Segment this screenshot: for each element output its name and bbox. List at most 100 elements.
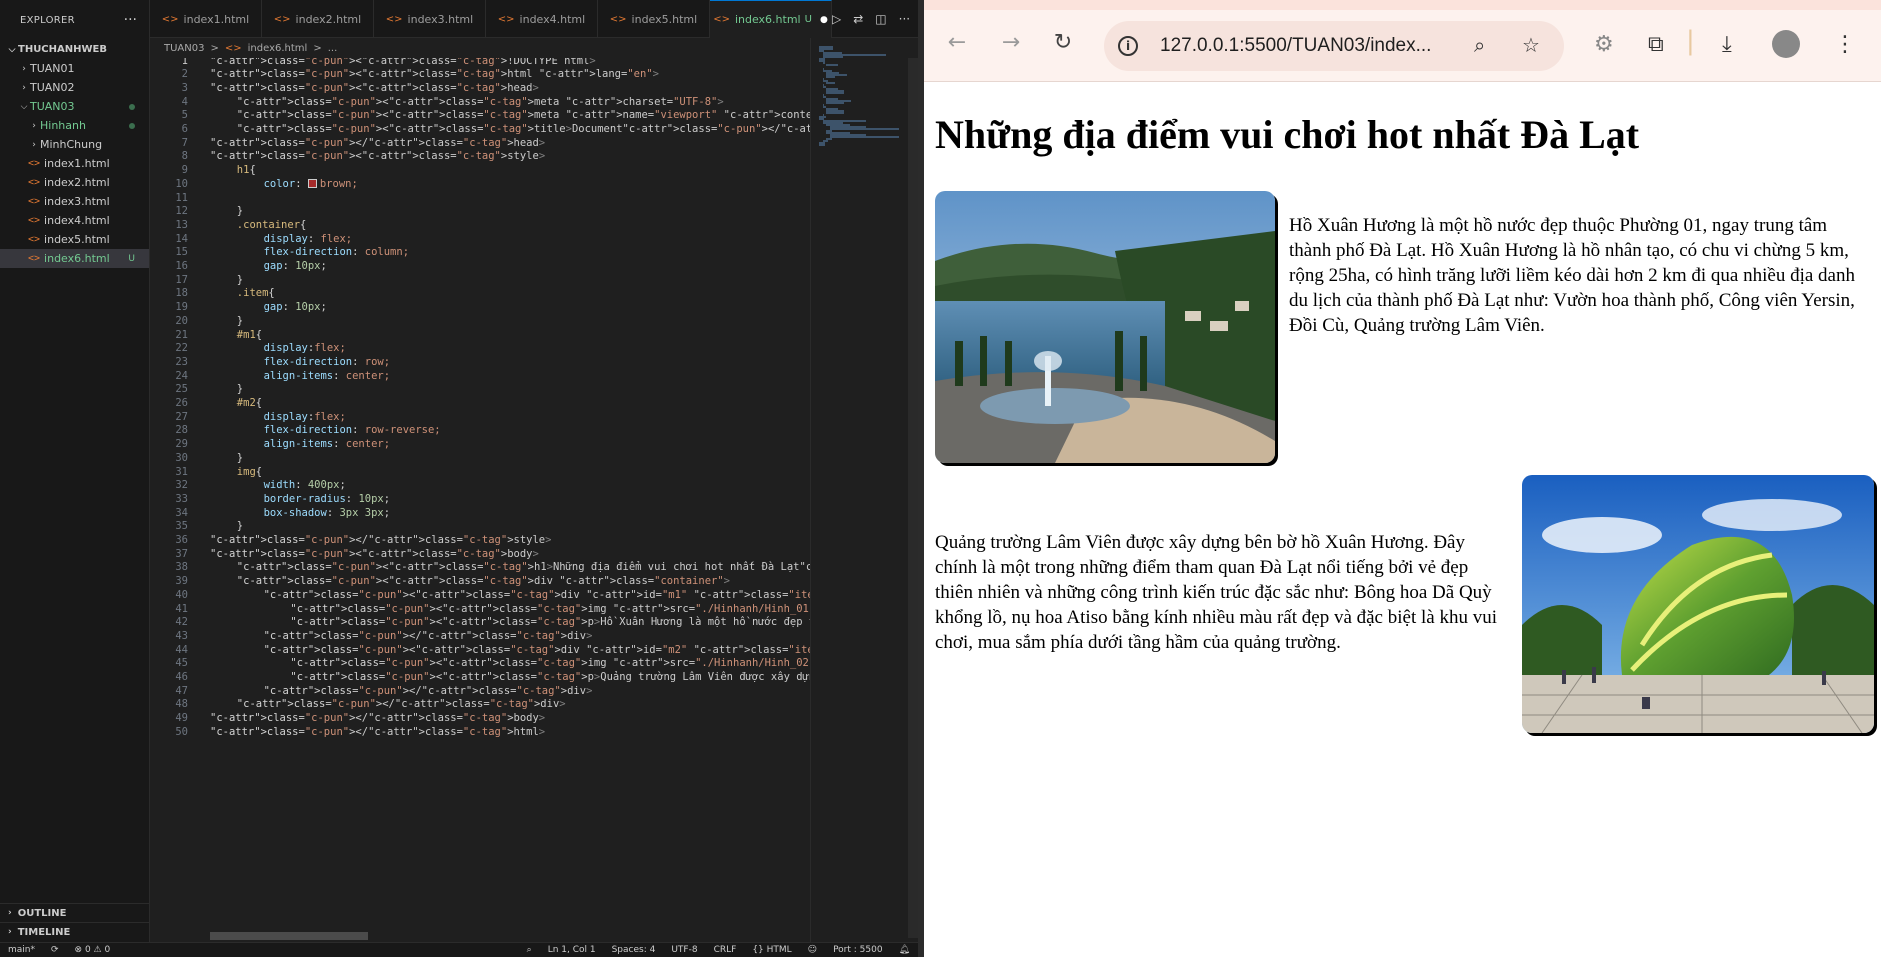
vertical-scrollbar[interactable] bbox=[906, 58, 918, 942]
editor-tab[interactable]: <> index6.html U ● bbox=[710, 0, 832, 38]
language-mode[interactable]: {} HTML bbox=[752, 945, 791, 955]
page-heading: Những địa điểm vui chơi hot nhất Đà Lạt bbox=[935, 112, 1640, 157]
horizontal-scrollbar[interactable] bbox=[210, 932, 368, 940]
outline-section[interactable]: › OUTLINE bbox=[0, 903, 150, 922]
menu-kebab-icon[interactable]: ⋮ bbox=[1834, 32, 1856, 57]
vscode-window: EXPLORER ··· ⌵ THUCHANHWEB › TUAN01 › TUAN0… bbox=[0, 0, 918, 957]
chevron-right-icon: › bbox=[32, 139, 36, 150]
tree-item-label: index4.html bbox=[44, 214, 110, 227]
folder-item[interactable]: › Hinhanh bbox=[0, 116, 149, 135]
modified-dot-icon bbox=[129, 122, 135, 129]
extension-icon[interactable]: ⚙ bbox=[1594, 32, 1614, 57]
site-info-icon[interactable]: i bbox=[1118, 36, 1138, 56]
timeline-label: TIMELINE bbox=[17, 926, 71, 938]
file-item[interactable]: <> index1.html bbox=[0, 154, 149, 173]
browser-tab-strip bbox=[924, 0, 1881, 10]
avatar[interactable] bbox=[1772, 30, 1800, 58]
tree-item-label: index1.html bbox=[44, 157, 110, 170]
html-file-icon: <> bbox=[497, 13, 515, 25]
editor-tab[interactable]: <> index4.html bbox=[486, 0, 598, 38]
code-editor[interactable]: 1 "c-attr">class="c-pun"><"c-attr">class=… bbox=[150, 58, 810, 938]
address-bar[interactable]: i 127.0.0.1:5500/TUAN03/index... ⌕ ☆ bbox=[1104, 21, 1564, 71]
branch-status[interactable]: main* bbox=[8, 945, 35, 955]
zoom-icon[interactable]: ⌕ bbox=[1474, 33, 1485, 57]
eol-status[interactable]: CRLF bbox=[714, 945, 737, 955]
modified-dot-icon bbox=[129, 103, 135, 110]
file-item[interactable]: <> index3.html bbox=[0, 192, 149, 211]
tree-item-label: TUAN02 bbox=[30, 81, 75, 94]
minimap-line bbox=[822, 56, 844, 58]
live-server-port[interactable]: Port : 5500 bbox=[833, 945, 883, 955]
minimap-line bbox=[826, 76, 836, 78]
minimap-line bbox=[829, 136, 900, 138]
outline-label: OUTLINE bbox=[17, 907, 67, 919]
tab-label: index2.html bbox=[295, 12, 362, 26]
workspace-root[interactable]: ⌵ THUCHANHWEB bbox=[0, 40, 149, 59]
tree-item-label: index2.html bbox=[44, 176, 110, 189]
toolbar-divider: | bbox=[1686, 26, 1695, 56]
more-actions-icon[interactable]: ··· bbox=[124, 12, 137, 28]
breadcrumb-file[interactable]: index6.html bbox=[248, 43, 308, 54]
file-item[interactable]: <> index5.html bbox=[0, 230, 149, 249]
compare-icon[interactable]: ⇄ bbox=[853, 12, 863, 26]
folder-item[interactable]: › TUAN01 bbox=[0, 59, 149, 78]
untracked-badge: U bbox=[128, 253, 135, 264]
breadcrumb: TUAN03 > <> index6.html > ... bbox=[150, 38, 810, 58]
tab-label: index1.html bbox=[183, 12, 250, 26]
folder-item[interactable]: › TUAN02 bbox=[0, 78, 149, 97]
breadcrumb-separator: > bbox=[313, 42, 322, 54]
html-file-icon: <> bbox=[28, 215, 41, 226]
copilot-icon[interactable]: ☺ bbox=[808, 945, 817, 955]
download-icon[interactable]: ⤓ bbox=[1722, 32, 1732, 57]
minimap[interactable] bbox=[810, 38, 906, 942]
folder-item[interactable]: ⌵ TUAN03 bbox=[0, 97, 149, 116]
editor-tab[interactable]: <> index1.html bbox=[150, 0, 262, 38]
workspace-root-label: THUCHANHWEB bbox=[18, 44, 107, 55]
tree-item-label: MinhChung bbox=[40, 138, 103, 151]
chevron-right-icon: › bbox=[8, 927, 12, 937]
editor-tab[interactable]: <> index2.html bbox=[262, 0, 374, 38]
chevron-right-icon: › bbox=[22, 63, 26, 74]
editor-tab[interactable]: <> index3.html bbox=[374, 0, 486, 38]
chevron-right-icon: › bbox=[32, 120, 36, 131]
sync-icon[interactable]: ⟳ bbox=[51, 945, 59, 955]
file-item[interactable]: <> index4.html bbox=[0, 211, 149, 230]
url-text[interactable]: 127.0.0.1:5500/TUAN03/index... bbox=[1160, 35, 1431, 57]
folder-item[interactable]: › MinhChung bbox=[0, 135, 149, 154]
back-arrow-icon[interactable]: ← bbox=[942, 30, 972, 55]
file-item[interactable]: <> index6.html U bbox=[0, 249, 149, 268]
extensions-puzzle-icon[interactable]: ⧉ bbox=[1648, 32, 1664, 57]
square-image bbox=[1522, 475, 1874, 733]
editor-tab[interactable]: <> index5.html bbox=[598, 0, 710, 38]
minimap-line bbox=[826, 102, 845, 104]
code-line[interactable]: 50 "c-attr">class="c-pun"></"c-attr">clas… bbox=[150, 724, 810, 740]
code-text: "c-attr">class="c-pun"></"c-attr">class=… bbox=[210, 725, 546, 738]
explorer-title: EXPLORER bbox=[20, 14, 75, 26]
file-item[interactable]: <> index2.html bbox=[0, 173, 149, 192]
html-file-icon: <> bbox=[28, 158, 41, 169]
split-editor-icon[interactable]: ◫ bbox=[875, 12, 886, 26]
more-actions-icon[interactable]: ··· bbox=[899, 12, 910, 26]
square-description: Quảng trường Lâm Viên được xây dựng bên … bbox=[935, 532, 1497, 653]
tree-item-label: index3.html bbox=[44, 195, 110, 208]
cursor-position[interactable]: Ln 1, Col 1 bbox=[548, 945, 596, 955]
zoom-icon[interactable]: ⌕ bbox=[527, 945, 532, 955]
notifications-icon[interactable]: 🔔︎ bbox=[899, 945, 910, 955]
timeline-section[interactable]: › TIMELINE bbox=[0, 922, 150, 941]
unsaved-dot-icon[interactable]: ● bbox=[820, 15, 828, 25]
minimap-line bbox=[822, 62, 826, 64]
reload-icon[interactable]: ↻ bbox=[1048, 30, 1078, 55]
tab-label: index5.html bbox=[631, 12, 698, 26]
indentation-status[interactable]: Spaces: 4 bbox=[612, 945, 656, 955]
run-icon[interactable]: ▷ bbox=[832, 12, 841, 26]
minimap-line bbox=[819, 144, 826, 146]
bookmark-star-icon[interactable]: ☆ bbox=[1522, 33, 1540, 57]
problems-status[interactable]: ⊗ 0 ⚠ 0 bbox=[75, 945, 111, 955]
breadcrumb-folder[interactable]: TUAN03 bbox=[164, 43, 204, 54]
line-number: 50 bbox=[175, 725, 188, 738]
encoding-status[interactable]: UTF-8 bbox=[671, 945, 697, 955]
forward-arrow-icon[interactable]: → bbox=[996, 30, 1026, 55]
breadcrumb-symbol[interactable]: ... bbox=[328, 43, 338, 54]
chevron-down-icon: ⌵ bbox=[20, 101, 28, 112]
html-file-icon: <> bbox=[224, 42, 242, 54]
